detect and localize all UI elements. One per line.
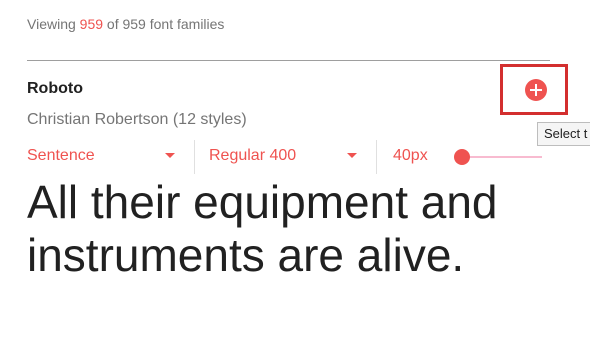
viewing-count: 959 bbox=[79, 16, 104, 32]
viewing-suffix: of 959 font families bbox=[106, 16, 225, 32]
weight-value: Regular 400 bbox=[209, 147, 297, 164]
font-family-name: Roboto bbox=[27, 80, 83, 97]
font-size-slider-thumb[interactable] bbox=[454, 149, 470, 165]
chevron-down-icon bbox=[165, 153, 175, 158]
select-tooltip: Select t bbox=[537, 122, 590, 146]
font-size-slider-track[interactable] bbox=[462, 156, 542, 158]
preview-mode-select[interactable]: Sentence bbox=[27, 143, 179, 169]
viewing-count-text: Viewing 959 of 959 font families bbox=[27, 16, 224, 32]
font-size-label: 40px bbox=[393, 147, 428, 164]
preview-mode-value: Sentence bbox=[27, 147, 95, 164]
chevron-down-icon bbox=[347, 153, 357, 158]
control-separator bbox=[376, 140, 377, 174]
control-separator bbox=[194, 140, 195, 174]
font-preview-text[interactable]: All their equipment and instruments are … bbox=[27, 176, 567, 282]
add-font-button[interactable] bbox=[525, 79, 547, 101]
font-designer: Christian Robertson (12 styles) bbox=[27, 111, 247, 128]
plus-circle-icon bbox=[530, 84, 542, 96]
font-browser-page: Viewing 959 of 959 font families Roboto … bbox=[0, 0, 590, 343]
header-divider bbox=[27, 60, 550, 61]
viewing-prefix: Viewing bbox=[27, 16, 76, 32]
weight-select[interactable]: Regular 400 bbox=[209, 143, 361, 169]
add-button-highlight bbox=[500, 64, 568, 115]
